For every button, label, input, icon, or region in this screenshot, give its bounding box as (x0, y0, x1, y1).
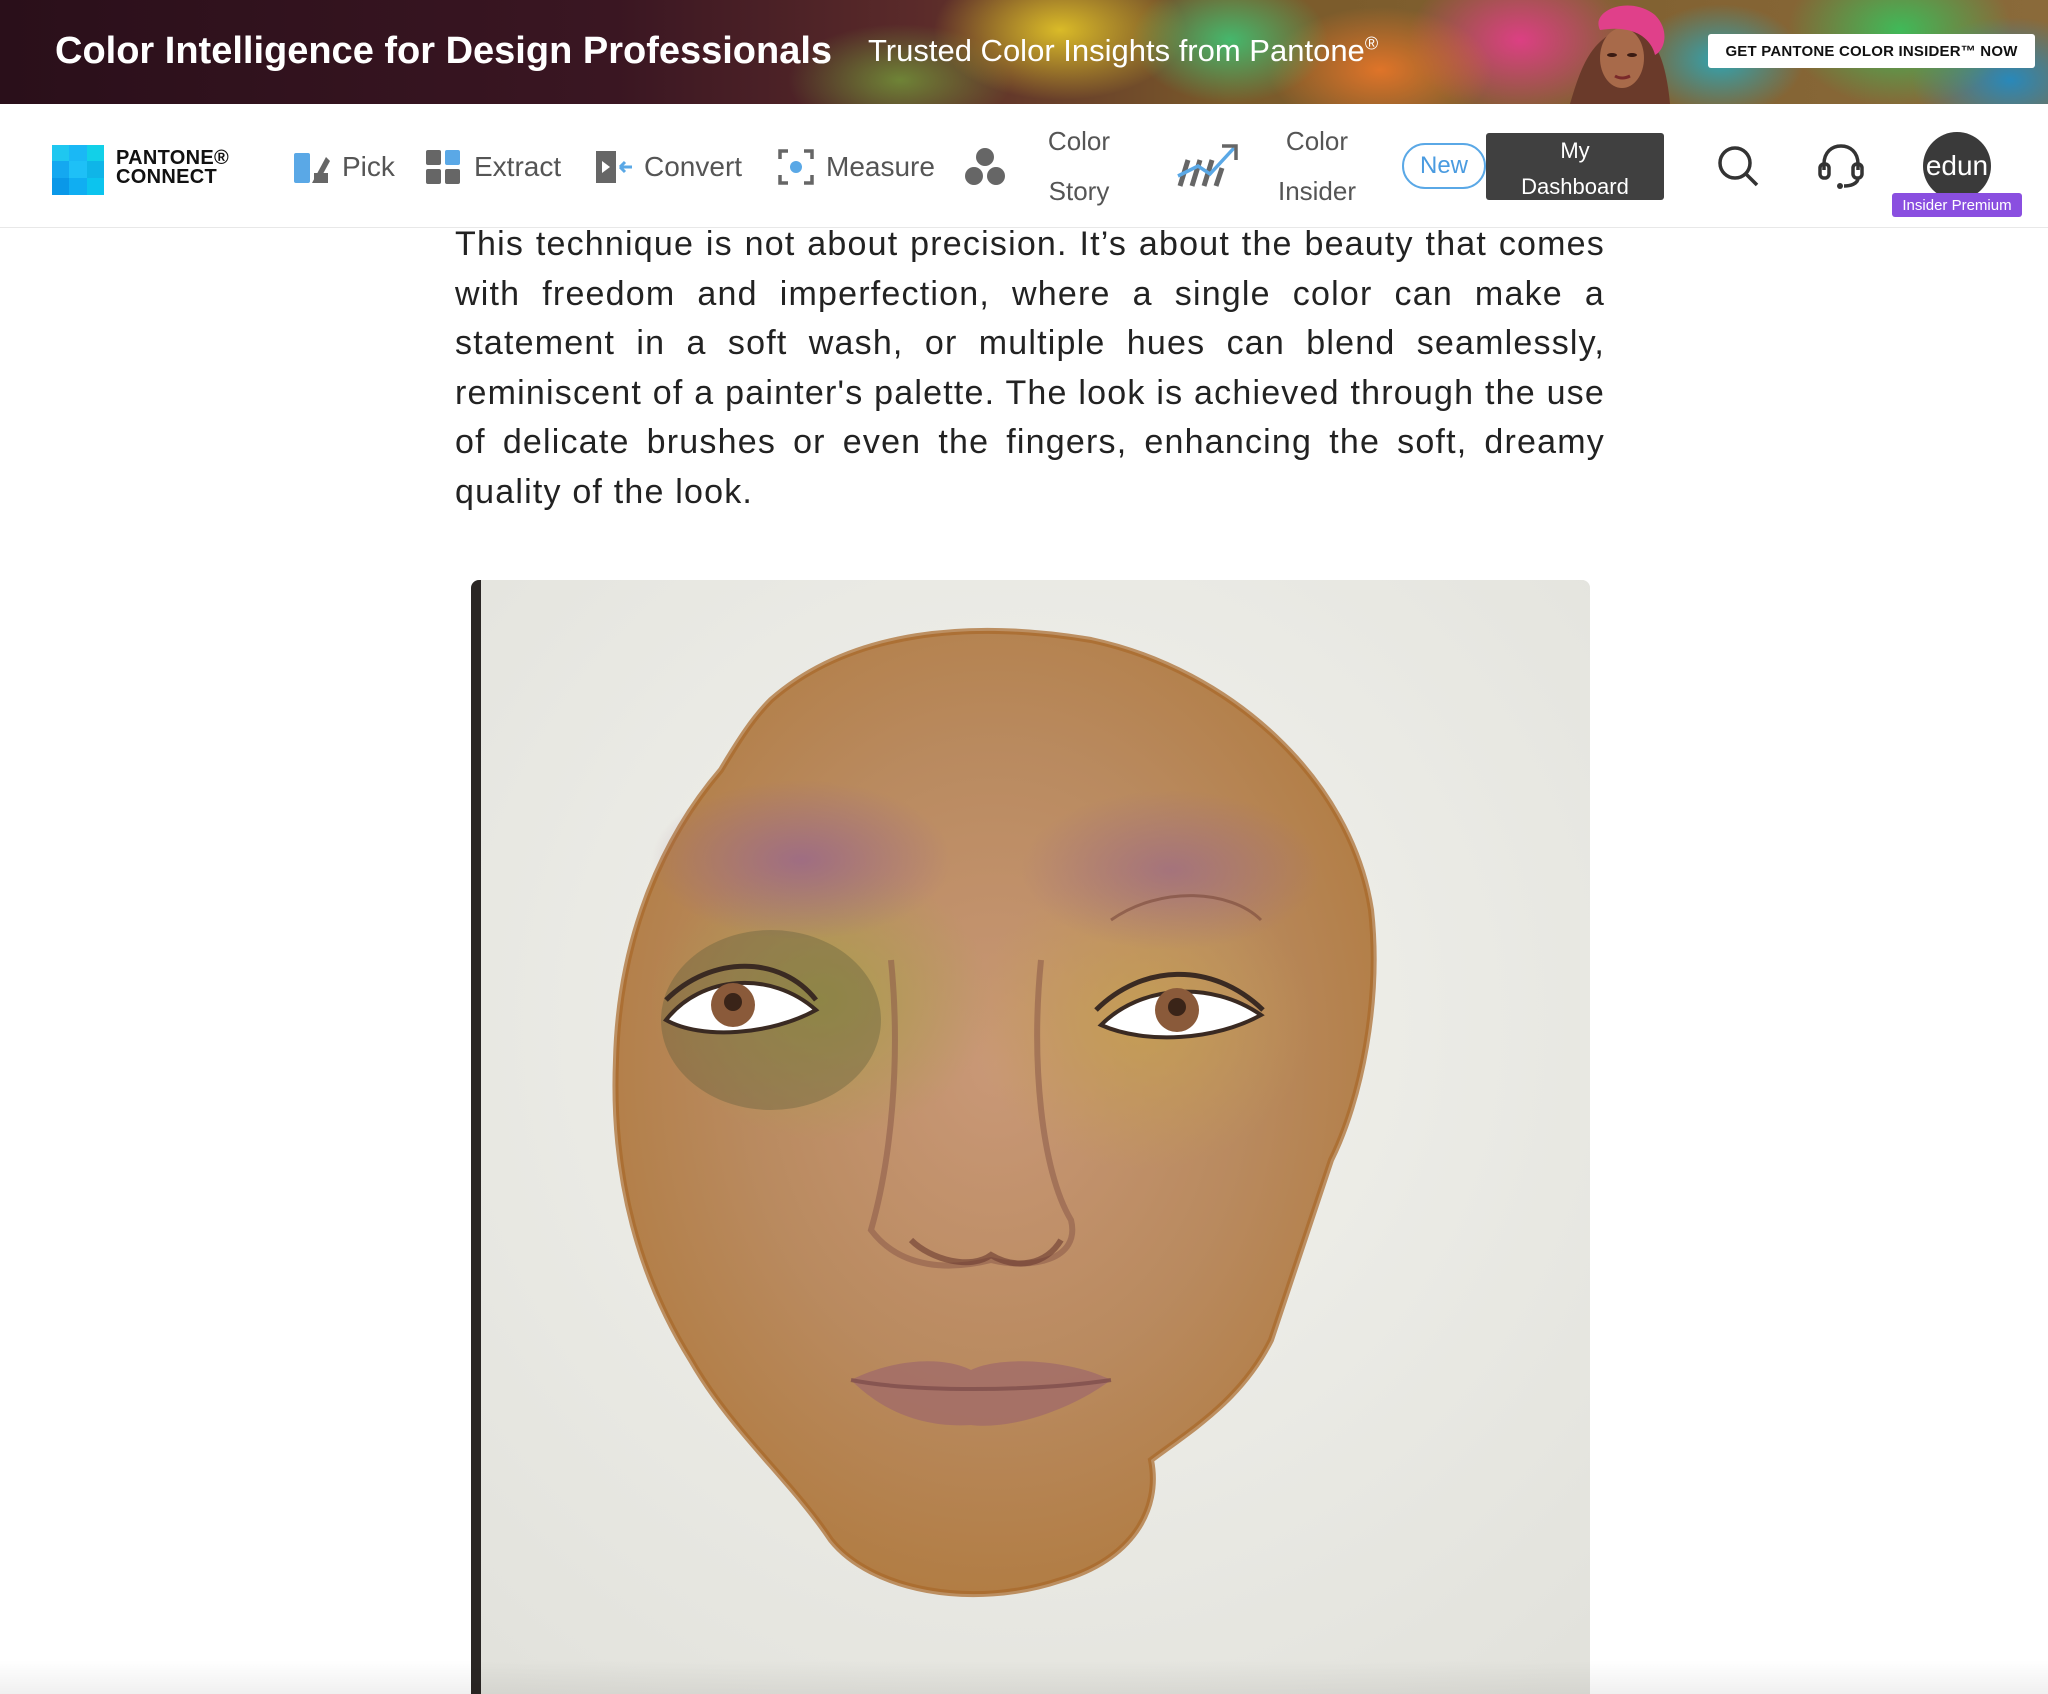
nav-measure[interactable]: Measure (776, 144, 935, 190)
nav-measure-label: Measure (826, 151, 935, 182)
logo-wordmark: PANTONE® CONNECT (116, 148, 229, 188)
my-dashboard-button[interactable]: My Dashboard (1486, 133, 1664, 200)
nav-pick[interactable]: Pick (292, 144, 395, 190)
extract-icon (426, 150, 460, 184)
nav-color-story[interactable]: Color Story (1036, 116, 1122, 216)
nav-extract-label: Extract (474, 151, 562, 182)
nav-convert-label: Convert (644, 151, 743, 182)
pantone-logo-icon (52, 145, 104, 195)
main-navigation: PANTONE® CONNECT Pick Extract Convert Me… (0, 104, 2048, 228)
banner-title: Color Intelligence for Design Profession… (55, 30, 833, 72)
promo-banner[interactable]: Color Intelligence for Design Profession… (0, 0, 2048, 104)
user-avatar[interactable]: edun (1923, 132, 1991, 200)
trend-chart-icon[interactable] (1176, 142, 1240, 188)
dashboard-line-2: Dashboard (1521, 174, 1629, 199)
nav-color-story-line-2: Story (1048, 176, 1110, 206)
pantone-connect-logo[interactable]: PANTONE® CONNECT (52, 141, 242, 195)
watercolor-face-illustration (471, 580, 1590, 1694)
search-icon[interactable] (1716, 144, 1760, 188)
nav-color-insider[interactable]: Color Insider (1268, 116, 1366, 216)
nav-color-insider-line-1: Color (1285, 126, 1349, 156)
convert-icon (596, 151, 632, 183)
nav-pick-label: Pick (342, 151, 395, 182)
headset-icon[interactable] (1818, 142, 1864, 190)
logo-line-2: CONNECT (116, 166, 217, 188)
color-story-icon[interactable] (964, 146, 1006, 188)
insider-premium-badge: Insider Premium (1892, 193, 2022, 217)
banner-portrait-image (1570, 5, 1670, 104)
watercolor-face-image (471, 580, 1590, 1694)
nav-extract[interactable]: Extract (424, 144, 561, 190)
registered-mark: ® (1364, 33, 1379, 54)
measure-icon (778, 149, 814, 185)
get-color-insider-button[interactable]: GET PANTONE COLOR INSIDER™ NOW (1708, 34, 2035, 68)
nav-color-insider-line-2: Insider (1277, 176, 1357, 206)
banner-subtitle: Trusted Color Insights from Pantone® (868, 33, 1378, 69)
dashboard-line-1: My (1560, 138, 1590, 163)
nav-convert[interactable]: Convert (594, 144, 742, 190)
nav-color-story-line-1: Color (1047, 126, 1111, 156)
new-badge[interactable]: New (1402, 143, 1486, 189)
pick-icon (294, 153, 330, 183)
article-paragraph: This technique is not about precision. I… (455, 225, 1605, 511)
banner-subtitle-text: Trusted Color Insights from Pantone (868, 33, 1365, 68)
